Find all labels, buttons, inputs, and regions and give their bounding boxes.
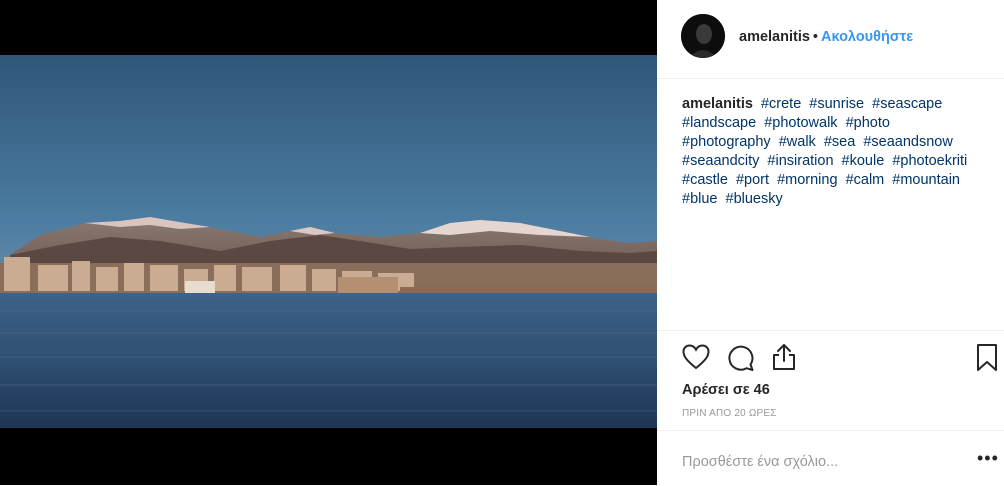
add-comment-bar: Προσθέστε ένα σχόλιο... ••• <box>657 430 1004 486</box>
hashtag-link[interactable]: #port <box>736 172 769 188</box>
avatar[interactable] <box>681 14 725 58</box>
post-photo[interactable] <box>0 55 657 428</box>
hashtag-link[interactable]: #sunrise <box>809 96 864 112</box>
comment-input[interactable]: Προσθέστε ένα σχόλιο... <box>682 454 838 470</box>
header-text: amelanitis • Ακολουθήστε <box>739 29 913 45</box>
likes-count[interactable]: Αρέσει σε 46 <box>682 382 770 398</box>
follow-button[interactable]: Ακολουθήστε <box>821 29 913 45</box>
comment-icon[interactable] <box>727 344 755 377</box>
hashtag-link[interactable]: #photo <box>846 115 890 131</box>
hashtag-link[interactable]: #morning <box>777 172 837 188</box>
hashtag-link[interactable]: #photography <box>682 134 771 150</box>
share-icon[interactable] <box>771 343 797 376</box>
post-media <box>0 0 657 485</box>
hashtag-link[interactable]: #landscape <box>682 115 756 131</box>
hashtag-link[interactable]: #photowalk <box>764 115 837 131</box>
hashtag-link[interactable]: #blue <box>682 191 717 207</box>
caption-username[interactable]: amelanitis <box>682 96 753 112</box>
username-link[interactable]: amelanitis <box>739 29 810 45</box>
hashtag-link[interactable]: #bluesky <box>726 191 783 207</box>
heart-icon[interactable] <box>682 344 710 375</box>
hashtag-link[interactable]: #walk <box>779 134 816 150</box>
hashtag-link[interactable]: #sea <box>824 134 855 150</box>
caption: amelanitis #crete #sunrise #seascape #la… <box>682 95 987 209</box>
hashtag-link[interactable]: #seascape <box>872 96 942 112</box>
hashtag-link[interactable]: #calm <box>846 172 885 188</box>
hashtag-link[interactable]: #koule <box>842 153 885 169</box>
hashtag-link[interactable]: #mountain <box>892 172 960 188</box>
more-options-button[interactable]: ••• <box>977 449 999 467</box>
hashtag-link[interactable]: #photoekriti <box>892 153 967 169</box>
hashtag-link[interactable]: #castle <box>682 172 728 188</box>
bookmark-icon[interactable] <box>975 343 999 378</box>
separator-dot: • <box>812 29 818 45</box>
post-header: amelanitis • Ακολουθήστε <box>657 0 1004 79</box>
hashtag-link[interactable]: #crete <box>761 96 801 112</box>
hashtag-link[interactable]: #seaandcity <box>682 153 759 169</box>
hashtag-link[interactable]: #seaandsnow <box>863 134 953 150</box>
post-timestamp[interactable]: ΠΡΙΝ ΑΠΟ 20 ΩΡΕΣ <box>682 408 777 419</box>
hashtag-link[interactable]: #insiration <box>767 153 833 169</box>
post-sidebar: amelanitis • Ακολουθήστε amelanitis #crete… <box>657 0 1004 485</box>
